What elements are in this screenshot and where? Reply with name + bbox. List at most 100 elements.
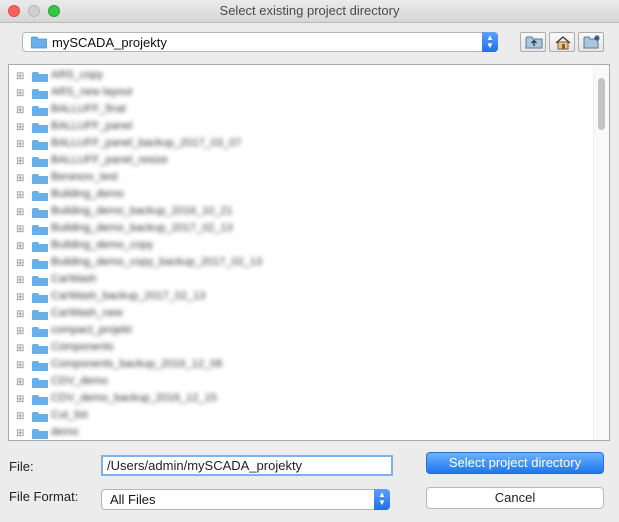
expand-icon[interactable]: ⊞ (16, 88, 24, 99)
title-bar: Select existing project directory (0, 0, 619, 23)
tree-row[interactable]: ⊞ Benesov_test (9, 170, 589, 187)
tree-item-label: Components_backup_2016_12_08 (51, 358, 223, 370)
tree-item-label: BALLUFF_panel (51, 120, 133, 132)
folder-icon (32, 225, 48, 235)
tree-item-label: Components (51, 341, 114, 353)
cancel-button[interactable]: Cancel (426, 487, 604, 509)
tree-item-label: Building_demo_backup_2016_10_21 (51, 205, 233, 217)
expand-icon[interactable]: ⊞ (16, 343, 24, 354)
expand-icon[interactable]: ⊞ (16, 190, 24, 201)
window-title: Select existing project directory (219, 3, 400, 18)
expand-icon[interactable]: ⊞ (16, 360, 24, 371)
tree-row[interactable]: ⊞ ARS_new layout (9, 85, 589, 102)
folder-icon (32, 191, 48, 201)
tree-row[interactable]: ⊞ CarWash_new (9, 306, 589, 323)
folder-icon (32, 378, 48, 388)
tree-row[interactable]: ⊞ demo (9, 425, 589, 440)
tree-item-label: demo (51, 426, 79, 438)
tree-item-label: Cut_list (51, 409, 88, 421)
tree-row[interactable]: ⊞ Building_demo_backup_2017_02_13 (9, 221, 589, 238)
tree-row[interactable]: ⊞ BALLUFF_final (9, 102, 589, 119)
chevron-down-icon: ▼ (486, 41, 494, 50)
expand-icon[interactable]: ⊞ (16, 326, 24, 337)
expand-icon[interactable]: ⊞ (16, 156, 24, 167)
tree-scrollbar[interactable] (593, 65, 609, 440)
expand-icon[interactable]: ⊞ (16, 309, 24, 320)
tree-item-label: CarWash_new (51, 307, 123, 319)
tree-row[interactable]: ⊞ compact_projekt (9, 323, 589, 340)
folder-icon (32, 344, 48, 354)
folder-icon (32, 327, 48, 337)
tree-row[interactable]: ⊞ BALLUFF_panel_backup_2017_03_07 (9, 136, 589, 153)
tree-row[interactable]: ⊞ BALLUFF_panel (9, 119, 589, 136)
expand-icon[interactable]: ⊞ (16, 139, 24, 150)
tree-row[interactable]: ⊞ CDV_demo_backup_2016_12_15 (9, 391, 589, 408)
tree-item-label: ARS_new layout (51, 86, 133, 98)
tree-item-label: compact_projekt (51, 324, 132, 336)
tree-item-label: Building_demo_backup_2017_02_13 (51, 222, 233, 234)
expand-icon[interactable]: ⊞ (16, 241, 24, 252)
expand-icon[interactable]: ⊞ (16, 224, 24, 235)
tree-row[interactable]: ⊞ Building_demo (9, 187, 589, 204)
tree-row[interactable]: ⊞ Components_backup_2016_12_08 (9, 357, 589, 374)
home-button[interactable] (549, 32, 575, 52)
tree-item-label: BALLUFF_panel_backup_2017_03_07 (51, 137, 242, 149)
tree-row[interactable]: ⊞ BALLUFF_panel_resize (9, 153, 589, 170)
expand-icon[interactable]: ⊞ (16, 173, 24, 184)
expand-icon[interactable]: ⊞ (16, 275, 24, 286)
folder-icon (32, 310, 48, 320)
expand-icon[interactable]: ⊞ (16, 377, 24, 388)
folder-icon (32, 412, 48, 422)
expand-icon[interactable]: ⊞ (16, 394, 24, 405)
expand-icon[interactable]: ⊞ (16, 122, 24, 133)
scrollbar-thumb[interactable] (598, 78, 605, 130)
file-format-stepper[interactable]: ▲ ▼ (374, 489, 390, 510)
folder-icon (31, 36, 47, 49)
file-format-select[interactable]: All Files ▲ ▼ (101, 489, 390, 510)
up-one-level-button[interactable] (520, 32, 546, 52)
tree-item-label: BALLUFF_panel_resize (51, 154, 168, 166)
file-path-input[interactable] (101, 455, 393, 476)
file-format-label: File Format: (9, 489, 79, 504)
folder-icon (32, 293, 48, 303)
tree-row[interactable]: ⊞ Components (9, 340, 589, 357)
tree-row[interactable]: ⊞ Building_demo_copy (9, 238, 589, 255)
expand-icon[interactable]: ⊞ (16, 207, 24, 218)
select-project-directory-button[interactable]: Select project directory (426, 452, 604, 474)
tree-item-label: Building_demo_copy_backup_2017_02_13 (51, 256, 263, 268)
folder-icon (32, 174, 48, 184)
expand-icon[interactable]: ⊞ (16, 71, 24, 82)
folder-icon (32, 123, 48, 133)
location-stepper[interactable]: ▲ ▼ (482, 32, 498, 52)
folder-icon (32, 157, 48, 167)
tree-row[interactable]: ⊞ CarWash (9, 272, 589, 289)
folder-icon (32, 259, 48, 269)
tree-item-label: CarWash (51, 273, 97, 285)
tree-row[interactable]: ⊞ CDV_demo (9, 374, 589, 391)
expand-icon[interactable]: ⊞ (16, 105, 24, 116)
tree-row[interactable]: ⊞ ARS_copy (9, 68, 589, 85)
tree-row[interactable]: ⊞ Cut_list (9, 408, 589, 425)
tree-item-label: Benesov_test (51, 171, 118, 183)
folder-up-icon (525, 36, 543, 49)
tree-item-label: Building_demo_copy (51, 239, 154, 251)
location-label: mySCADA_projekty (52, 35, 167, 50)
new-folder-button[interactable] (578, 32, 604, 52)
expand-icon[interactable]: ⊞ (16, 428, 24, 439)
folder-icon (32, 208, 48, 218)
new-folder-icon (583, 35, 600, 49)
directory-tree[interactable]: ⊞ ARS_copy ⊞ ARS_new layout ⊞ BALLUFF_final ⊞ B… (8, 64, 610, 441)
folder-icon (32, 242, 48, 252)
home-icon (555, 36, 571, 50)
expand-icon[interactable]: ⊞ (16, 292, 24, 303)
tree-row[interactable]: ⊞ Building_demo_backup_2016_10_21 (9, 204, 589, 221)
tree-row[interactable]: ⊞ CarWash_backup_2017_02_13 (9, 289, 589, 306)
expand-icon[interactable]: ⊞ (16, 411, 24, 422)
tree-item-label: BALLUFF_final (51, 103, 126, 115)
file-format-value: All Files (110, 492, 156, 507)
folder-icon (32, 140, 48, 150)
expand-icon[interactable]: ⊞ (16, 258, 24, 269)
location-select[interactable]: mySCADA_projekty ▲ ▼ (22, 32, 498, 52)
tree-row[interactable]: ⊞ Building_demo_copy_backup_2017_02_13 (9, 255, 589, 272)
folder-icon (32, 395, 48, 405)
